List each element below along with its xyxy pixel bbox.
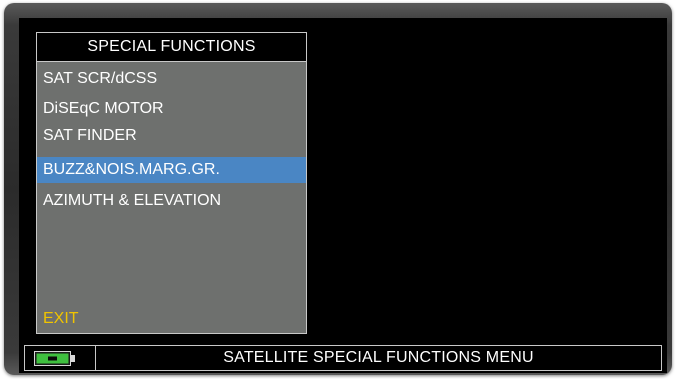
menu-item-diseqc-motor[interactable]: DiSEqC MOTOR [37, 96, 306, 122]
battery-icon [34, 351, 75, 366]
menu-title: SPECIAL FUNCTIONS [37, 33, 306, 62]
menu-item-buzz-nois-marg-gr[interactable]: BUZZ&NOIS.MARG.GR. [37, 157, 306, 183]
menu-item-sat-finder[interactable]: SAT FINDER [37, 123, 306, 149]
status-bar: SATELLITE SPECIAL FUNCTIONS MENU [24, 345, 662, 371]
screen: SPECIAL FUNCTIONS SAT SCR/dCSS DiSEqC MO… [19, 18, 667, 373]
status-text: SATELLITE SPECIAL FUNCTIONS MENU [223, 349, 534, 366]
special-functions-menu: SPECIAL FUNCTIONS SAT SCR/dCSS DiSEqC MO… [36, 32, 307, 334]
menu-item-sat-scr-dcss[interactable]: SAT SCR/dCSS [37, 66, 306, 92]
exit-button[interactable]: EXIT [37, 307, 306, 331]
device-frame: SPECIAL FUNCTIONS SAT SCR/dCSS DiSEqC MO… [4, 3, 672, 375]
battery-indicator [25, 346, 96, 370]
menu-item-azimuth-elevation[interactable]: AZIMUTH & ELEVATION [37, 188, 306, 214]
